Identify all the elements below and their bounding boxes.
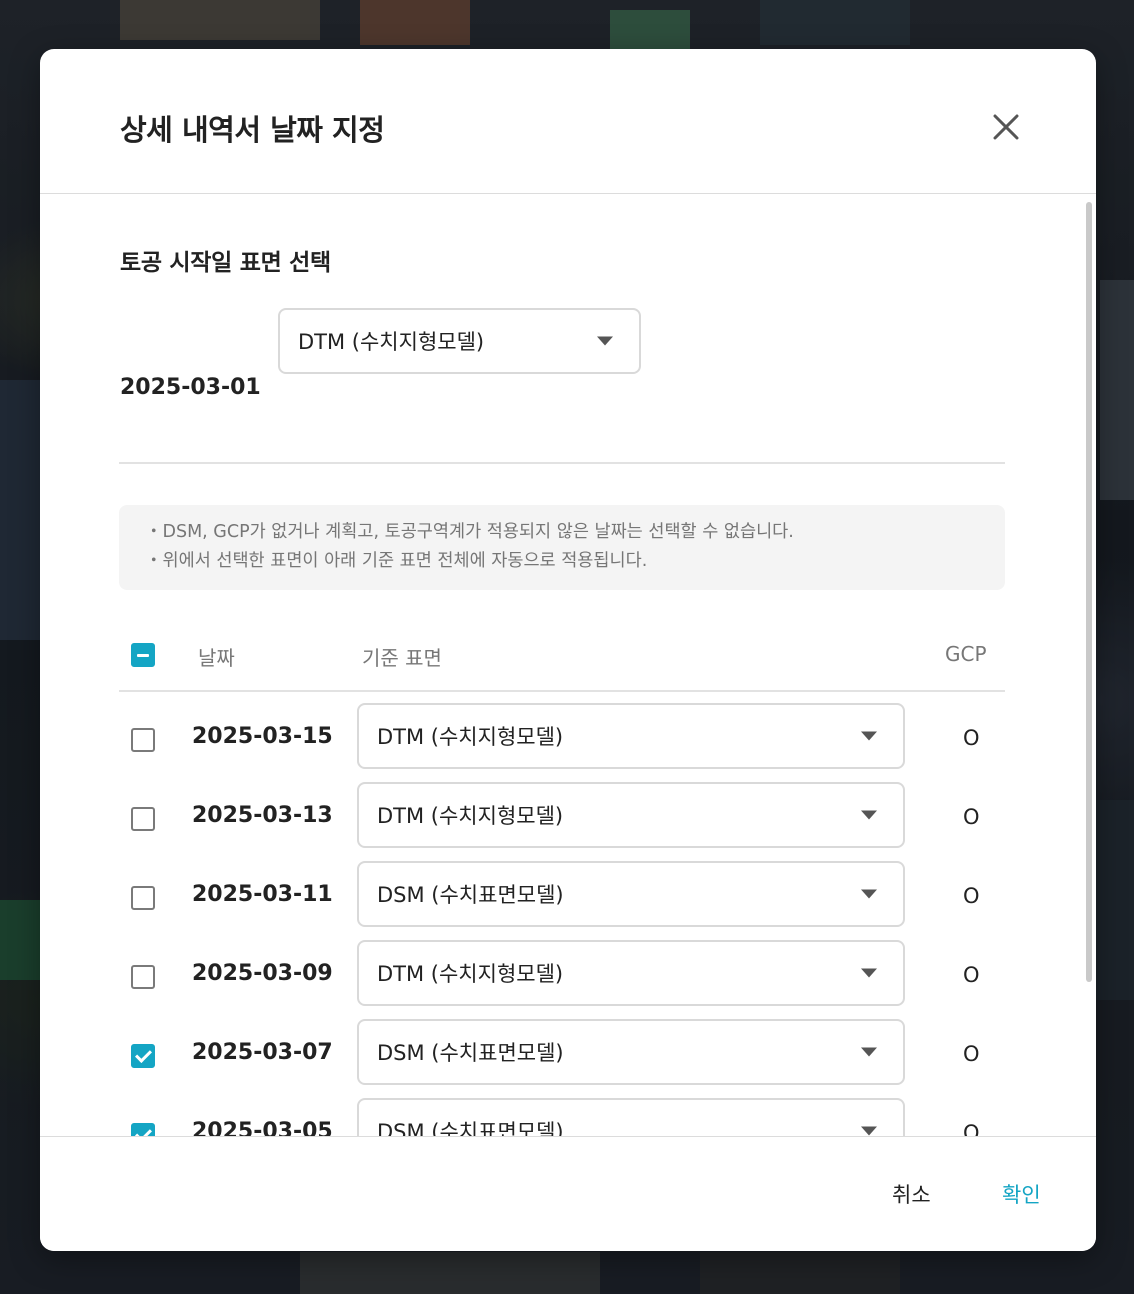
row-surface-value: DSM (수치표면모델) bbox=[377, 883, 564, 907]
start-surface-select[interactable]: DTM (수치지형모델) bbox=[278, 308, 641, 374]
row-surface-select[interactable]: DSM (수치표면모델) bbox=[357, 861, 905, 927]
dialog-body[interactable]: 토공 시작일 표면 선택 2025-03-01 DTM (수치지형모델) ・DS… bbox=[40, 195, 1096, 1136]
scrollbar-thumb[interactable] bbox=[1086, 202, 1092, 982]
table-row: 2025-03-13 DTM (수치지형모델) O bbox=[119, 779, 1005, 858]
caret-down-icon bbox=[861, 968, 877, 978]
dialog-header: 상세 내역서 날짜 지정 bbox=[40, 49, 1096, 194]
row-gcp: O bbox=[963, 1121, 980, 1136]
dialog-footer: 취소 확인 bbox=[40, 1136, 1096, 1251]
notice-line: ・위에서 선택한 표면이 아래 기준 표면 전체에 자동으로 적용됩니다. bbox=[145, 551, 648, 571]
close-icon bbox=[993, 114, 1019, 140]
row-surface-select[interactable]: DSM (수치표면모델) bbox=[357, 1098, 905, 1136]
table-header: 날짜 기준 표면 GCP bbox=[119, 620, 1005, 692]
date-assignment-dialog: 상세 내역서 날짜 지정 토공 시작일 표면 선택 2025-03-01 DTM… bbox=[40, 49, 1096, 1251]
row-checkbox[interactable] bbox=[131, 807, 155, 831]
row-surface-value: DTM (수치지형모델) bbox=[377, 962, 564, 986]
row-checkbox[interactable] bbox=[131, 886, 155, 910]
row-checkbox[interactable] bbox=[131, 965, 155, 989]
row-checkbox[interactable] bbox=[131, 1044, 155, 1068]
start-surface-value: DTM (수치지형모델) bbox=[298, 330, 485, 354]
row-date: 2025-03-11 bbox=[192, 882, 333, 907]
row-date: 2025-03-07 bbox=[192, 1040, 333, 1065]
row-gcp: O bbox=[963, 963, 980, 987]
row-surface-value: DTM (수치지형모델) bbox=[377, 804, 564, 828]
row-date: 2025-03-15 bbox=[192, 724, 333, 749]
notice-box: ・DSM, GCP가 없거나 계획고, 토공구역계가 적용되지 않은 날짜는 선… bbox=[119, 505, 1005, 590]
table-row: 2025-03-07 DSM (수치표면모델) O bbox=[119, 1016, 1005, 1095]
caret-down-icon bbox=[597, 336, 613, 346]
table-row: 2025-03-15 DTM (수치지형모델) O bbox=[119, 700, 1005, 779]
row-date: 2025-03-13 bbox=[192, 803, 333, 828]
row-gcp: O bbox=[963, 1042, 980, 1066]
close-button[interactable] bbox=[986, 107, 1026, 147]
caret-down-icon bbox=[861, 810, 877, 820]
cancel-button[interactable]: 취소 bbox=[892, 1179, 931, 1209]
dialog-title: 상세 내역서 날짜 지정 bbox=[120, 113, 385, 147]
row-checkbox[interactable] bbox=[131, 1123, 155, 1136]
column-header-date: 날짜 bbox=[198, 646, 235, 670]
caret-down-icon bbox=[861, 1126, 877, 1136]
row-gcp: O bbox=[963, 805, 980, 829]
row-date: 2025-03-09 bbox=[192, 961, 333, 986]
column-header-gcp: GCP bbox=[945, 642, 987, 666]
section-divider bbox=[119, 462, 1005, 464]
row-surface-select[interactable]: DSM (수치표면모델) bbox=[357, 1019, 905, 1085]
row-checkbox[interactable] bbox=[131, 728, 155, 752]
select-all-checkbox[interactable] bbox=[131, 643, 155, 667]
row-surface-select[interactable]: DTM (수치지형모델) bbox=[357, 703, 905, 769]
row-surface-value: DSM (수치표면모델) bbox=[377, 1041, 564, 1065]
table-row: 2025-03-11 DSM (수치표면모델) O bbox=[119, 858, 1005, 937]
confirm-button[interactable]: 확인 bbox=[1002, 1179, 1041, 1209]
start-surface-section-title: 토공 시작일 표면 선택 bbox=[120, 250, 331, 276]
caret-down-icon bbox=[861, 731, 877, 741]
row-surface-value: DTM (수치지형모델) bbox=[377, 725, 564, 749]
caret-down-icon bbox=[861, 889, 877, 899]
caret-down-icon bbox=[861, 1047, 877, 1057]
row-surface-value: DSM (수치표면모델) bbox=[377, 1120, 564, 1136]
notice-line: ・DSM, GCP가 없거나 계획고, 토공구역계가 적용되지 않은 날짜는 선… bbox=[145, 522, 794, 542]
table-row: 2025-03-05 DSM (수치표면모델) O bbox=[119, 1095, 1005, 1136]
row-surface-select[interactable]: DTM (수치지형모델) bbox=[357, 782, 905, 848]
start-date: 2025-03-01 bbox=[120, 375, 261, 400]
column-header-surface: 기준 표면 bbox=[362, 646, 442, 670]
row-gcp: O bbox=[963, 884, 980, 908]
row-gcp: O bbox=[963, 726, 980, 750]
table-row: 2025-03-09 DTM (수치지형모델) O bbox=[119, 937, 1005, 1016]
row-surface-select[interactable]: DTM (수치지형모델) bbox=[357, 940, 905, 1006]
row-date: 2025-03-05 bbox=[192, 1119, 333, 1136]
